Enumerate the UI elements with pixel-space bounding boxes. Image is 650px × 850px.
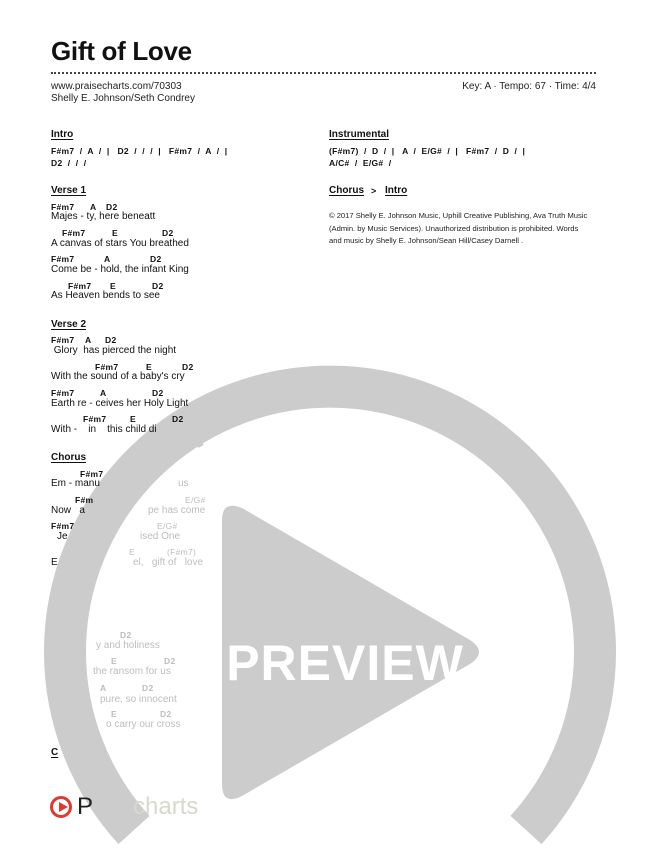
chord: (F#m7) — [167, 547, 197, 557]
copyright-notice: © 2017 Shelly E. Johnson Music, Uphill C… — [329, 211, 588, 245]
chord: E — [130, 414, 136, 424]
chord: F#m7 — [51, 335, 75, 345]
roadmap-chorus: Chorus — [329, 185, 364, 196]
chord: D2 — [150, 254, 162, 264]
lyric-line: As Heaven bends to see — [51, 290, 160, 301]
logo-play-icon — [50, 796, 72, 818]
lyric-line: Majes - ty, here beneatt — [51, 211, 156, 222]
lyric-line: With - in this child di — [51, 424, 157, 435]
lyric-line: Glory has pierced the night — [51, 345, 177, 356]
chord: E/G# — [185, 495, 206, 505]
lyric-fragment: o carry our cross — [106, 719, 181, 730]
chord: F#m7 — [51, 388, 75, 398]
chord: D2 — [172, 414, 184, 424]
chord-line: F#m7 / A / | D2 / / / | F#m7 / A / | — [51, 146, 228, 156]
lyric-fragment: Now a — [51, 505, 85, 516]
chord-line: A/C# / E/G# / — [329, 158, 392, 168]
chord: E — [111, 656, 117, 666]
logo-text-end: charts — [133, 793, 199, 820]
lyric-fragment: y and holiness — [96, 640, 160, 651]
chord: F#m7 — [83, 414, 107, 424]
lyric-fragment: Em - manu — [51, 478, 100, 489]
lyric-fragment: Je — [57, 531, 68, 542]
chord: D2 — [105, 335, 117, 345]
chord: F#m7 — [62, 228, 86, 238]
lyric-fragment: the ransom for us — [93, 666, 171, 677]
lyric-fragment: pure, so innocent — [100, 694, 177, 705]
chord-line: D2 / / / — [51, 158, 87, 168]
chord: E/G# — [157, 521, 178, 531]
chord: D2 — [164, 656, 176, 666]
lyric-line: Earth re - ceives her Holy Light — [51, 398, 189, 409]
chord: E — [129, 547, 135, 557]
play-icon — [222, 505, 479, 800]
logo-text-start: P — [77, 793, 94, 820]
lyric-fragment: ised One — [140, 531, 181, 542]
section-heading: C — [51, 747, 59, 758]
section-heading-instrumental: Instrumental — [329, 129, 390, 140]
chord: A — [100, 683, 107, 693]
lyric-fragment: el, gift of love — [133, 557, 204, 568]
roadmap-arrow: > — [371, 186, 377, 196]
lyric-line: With the sound of a baby's cry — [51, 371, 185, 382]
song-authors: Shelly E. Johnson/Seth Condrey — [51, 93, 195, 104]
chord: D2 — [142, 683, 154, 693]
watermark-ring — [44, 365, 616, 845]
chord: A — [100, 388, 107, 398]
chord: E — [111, 709, 117, 719]
lyric-line: A canvas of stars You breathed — [51, 238, 189, 249]
lyric-fragment: us — [178, 478, 189, 489]
chord-line: (F#m7) / D / | A / E/G# / | F#m7 / D / | — [329, 146, 526, 156]
chord: F#m7 — [51, 254, 75, 264]
section-heading-chorus: Chorus — [51, 452, 86, 463]
lyric-fragment: pe has come — [148, 505, 206, 516]
chord: F#m7 — [51, 521, 75, 531]
roadmap-intro: Intro — [385, 185, 408, 196]
song-info: Key: A · Tempo: 67 · Time: 4/4 — [462, 81, 596, 92]
chord: D2 — [160, 709, 172, 719]
chord: A — [85, 335, 92, 345]
section-heading-verse-1: Verse 1 — [51, 185, 87, 196]
chord: D2 — [162, 228, 174, 238]
chord: E — [112, 228, 118, 238]
lyric-fragment: E — [51, 557, 58, 568]
divider — [51, 72, 596, 74]
lyric-line: Come be - hold, the infant King — [51, 264, 189, 275]
section-heading-intro: Intro — [51, 129, 74, 140]
chord: A — [104, 254, 111, 264]
chord: F#m — [75, 495, 94, 505]
chord: D2 — [120, 630, 132, 640]
song-title: Gift of Love — [51, 36, 192, 66]
chord: D2 — [152, 388, 164, 398]
watermark-preview: PREVIEW — [226, 635, 464, 691]
song-url: www.praisecharts.com/70303 — [51, 81, 182, 92]
section-heading-verse-2: Verse 2 — [51, 319, 87, 330]
